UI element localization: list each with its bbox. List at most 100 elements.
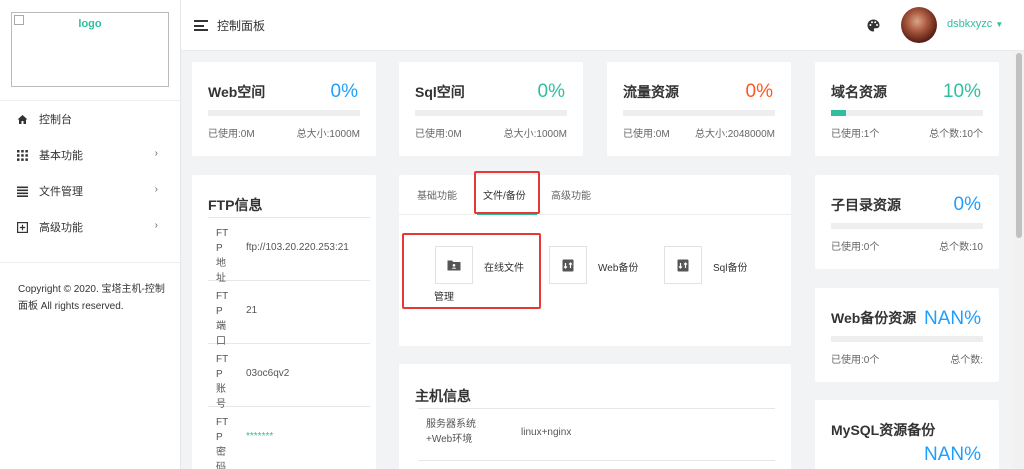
host-value: linux+nginx bbox=[521, 427, 572, 438]
stat-card-sql: Sql空间 0% 已使用:0M 总大小:1000M bbox=[399, 62, 583, 156]
stat-used: 已使用:0M bbox=[208, 129, 255, 140]
stat-percent: NAN% bbox=[923, 444, 981, 465]
ftp-value: 03oc6qv2 bbox=[246, 368, 290, 379]
stat-total: 总大小:2048000M bbox=[694, 129, 775, 140]
stat-percent: 0% bbox=[330, 81, 358, 102]
ftp-value: ftp://103.20.220.253:21 bbox=[246, 242, 349, 253]
table-row: FTP地址 ftp://103.20.220.253:21 bbox=[208, 218, 370, 284]
stat-card-subdir: 子目录资源 0% 已使用:0个 总个数:10 bbox=[815, 175, 999, 269]
stat-total: 总大小:1000M bbox=[296, 129, 360, 140]
table-row bbox=[418, 460, 775, 469]
username: dsbkxyzc bbox=[947, 18, 993, 30]
progress-bar bbox=[831, 110, 983, 116]
stat-percent: NAN% bbox=[923, 308, 981, 329]
avatar[interactable] bbox=[901, 7, 937, 43]
sidebar-item-advanced[interactable]: 高级功能 › bbox=[0, 209, 180, 245]
stat-used: 已使用:0个 bbox=[831, 355, 880, 366]
scrollbar[interactable] bbox=[1013, 51, 1024, 469]
chevron-right-icon: › bbox=[154, 184, 158, 195]
sql-backup-button[interactable]: Sql备份 bbox=[664, 246, 764, 286]
grid-icon bbox=[17, 149, 28, 161]
page-title: 控制面板 bbox=[217, 19, 266, 33]
home-icon bbox=[17, 114, 28, 125]
copyright-text: Copyright © 2020. 宝塔主机-控制面板 All rights r… bbox=[18, 284, 165, 312]
stat-total: 总个数:10 bbox=[939, 242, 983, 253]
caret-down-icon: ▼ bbox=[995, 20, 1004, 29]
stat-percent: 0% bbox=[537, 81, 565, 102]
table-row: FTP密码 ******* bbox=[208, 407, 370, 469]
stat-percent: 0% bbox=[953, 194, 981, 215]
logo-alt-text: logo bbox=[78, 18, 102, 30]
stat-title: Web空间 bbox=[208, 84, 266, 100]
sidebar-nav: 控制台 基本功能 › 文件管理 › 高级功能 › bbox=[0, 100, 180, 245]
host-key: 服务器系统 +Web环境 bbox=[426, 417, 476, 447]
progress-bar bbox=[415, 110, 567, 116]
ftp-password-value: ******* bbox=[246, 431, 274, 442]
tab-bar: 基础功能 文件/备份 高级功能 bbox=[399, 175, 791, 215]
progress-bar bbox=[623, 110, 775, 116]
stat-used: 已使用:0个 bbox=[831, 242, 880, 253]
progress-bar bbox=[831, 336, 983, 342]
stat-used: 已使用:0M bbox=[623, 129, 670, 140]
plus-square-icon bbox=[17, 221, 28, 233]
host-key-line: 服务器系统 bbox=[426, 419, 476, 430]
table-row: FTP账号 03oc6qv2 bbox=[208, 344, 370, 410]
ftp-key: FTP地址 bbox=[216, 228, 229, 284]
tab-basic[interactable]: 基础功能 bbox=[417, 187, 457, 202]
logo[interactable]: logo bbox=[11, 12, 169, 87]
sidebar-item-label: 文件管理 bbox=[39, 186, 83, 198]
palette-icon[interactable] bbox=[867, 19, 880, 32]
stat-card-traffic: 流量资源 0% 已使用:0M 总大小:2048000M bbox=[607, 62, 791, 156]
stat-card-web-backup: Web备份资源 NAN% 已使用:0个 总个数: bbox=[815, 288, 999, 382]
ftp-table: FTP地址 ftp://103.20.220.253:21 FTP端口 21 F… bbox=[208, 217, 370, 469]
progress-fill bbox=[831, 110, 847, 116]
stat-title: 子目录资源 bbox=[831, 197, 901, 213]
sidebar-item-label: 高级功能 bbox=[39, 222, 83, 234]
host-key-line: +Web环境 bbox=[426, 434, 473, 445]
stat-title: Web备份资源 bbox=[831, 310, 917, 326]
progress-bar bbox=[208, 110, 360, 116]
web-backup-button[interactable]: Web备份 bbox=[549, 246, 649, 286]
table-row: 服务器系统 +Web环境 linux+nginx bbox=[418, 408, 775, 458]
tool-label: Web备份 bbox=[598, 263, 639, 274]
host-title: 主机信息 bbox=[415, 388, 471, 404]
stat-card-web: Web空间 0% 已使用:0M 总大小:1000M bbox=[192, 62, 376, 156]
sidebar-item-label: 控制台 bbox=[39, 114, 72, 126]
ftp-info-card: FTP信息 FTP地址 ftp://103.20.220.253:21 FTP端… bbox=[192, 175, 376, 469]
stat-used: 已使用:0M bbox=[415, 129, 462, 140]
stat-percent: 10% bbox=[942, 81, 981, 102]
sidebar-item-dashboard[interactable]: 控制台 bbox=[0, 101, 180, 137]
tab-advanced[interactable]: 高级功能 bbox=[551, 187, 591, 202]
stat-card-mysql-backup: MySQL资源备份 NAN% bbox=[815, 400, 999, 469]
stat-percent: 0% bbox=[745, 81, 773, 102]
ftp-title: FTP信息 bbox=[208, 197, 263, 213]
stat-title: Sql空间 bbox=[415, 84, 465, 100]
scrollbar-thumb[interactable] bbox=[1016, 53, 1022, 238]
top-header: 控制面板 dsbkxyzc ▼ bbox=[181, 0, 1024, 51]
ftp-value: 21 bbox=[246, 305, 258, 316]
stat-used: 已使用:1个 bbox=[831, 129, 880, 140]
stat-title: 域名资源 bbox=[831, 84, 887, 100]
sidebar-item-files[interactable]: 文件管理 › bbox=[0, 173, 180, 209]
user-menu[interactable]: dsbkxyzc ▼ bbox=[947, 18, 1003, 30]
stat-total: 总大小:1000M bbox=[503, 129, 567, 140]
sidebar-item-basic[interactable]: 基本功能 › bbox=[0, 137, 180, 173]
stat-total: 总个数:10个 bbox=[929, 129, 983, 140]
stat-title: MySQL资源备份 bbox=[831, 422, 936, 438]
chevron-right-icon: › bbox=[154, 148, 158, 159]
ftp-key: FTP账号 bbox=[216, 354, 229, 410]
ftp-key: FTP密码 bbox=[216, 417, 229, 469]
progress-bar bbox=[831, 223, 983, 229]
highlight-box bbox=[402, 233, 541, 309]
tool-label: Sql备份 bbox=[713, 263, 748, 274]
highlight-box bbox=[474, 171, 540, 214]
backup-icon bbox=[664, 246, 702, 284]
backup-icon bbox=[549, 246, 587, 284]
host-info-card: 主机信息 服务器系统 +Web环境 linux+nginx bbox=[399, 364, 791, 469]
menu-toggle-icon[interactable] bbox=[194, 20, 208, 31]
stat-card-domain: 域名资源 10% 已使用:1个 总个数:10个 bbox=[815, 62, 999, 156]
sidebar: logo 控制台 基本功能 › 文件管理 › 高级功能 › Copyright … bbox=[0, 0, 181, 469]
stat-total: 总个数: bbox=[950, 355, 983, 366]
table-row: FTP端口 21 bbox=[208, 281, 370, 347]
list-icon bbox=[17, 186, 28, 197]
